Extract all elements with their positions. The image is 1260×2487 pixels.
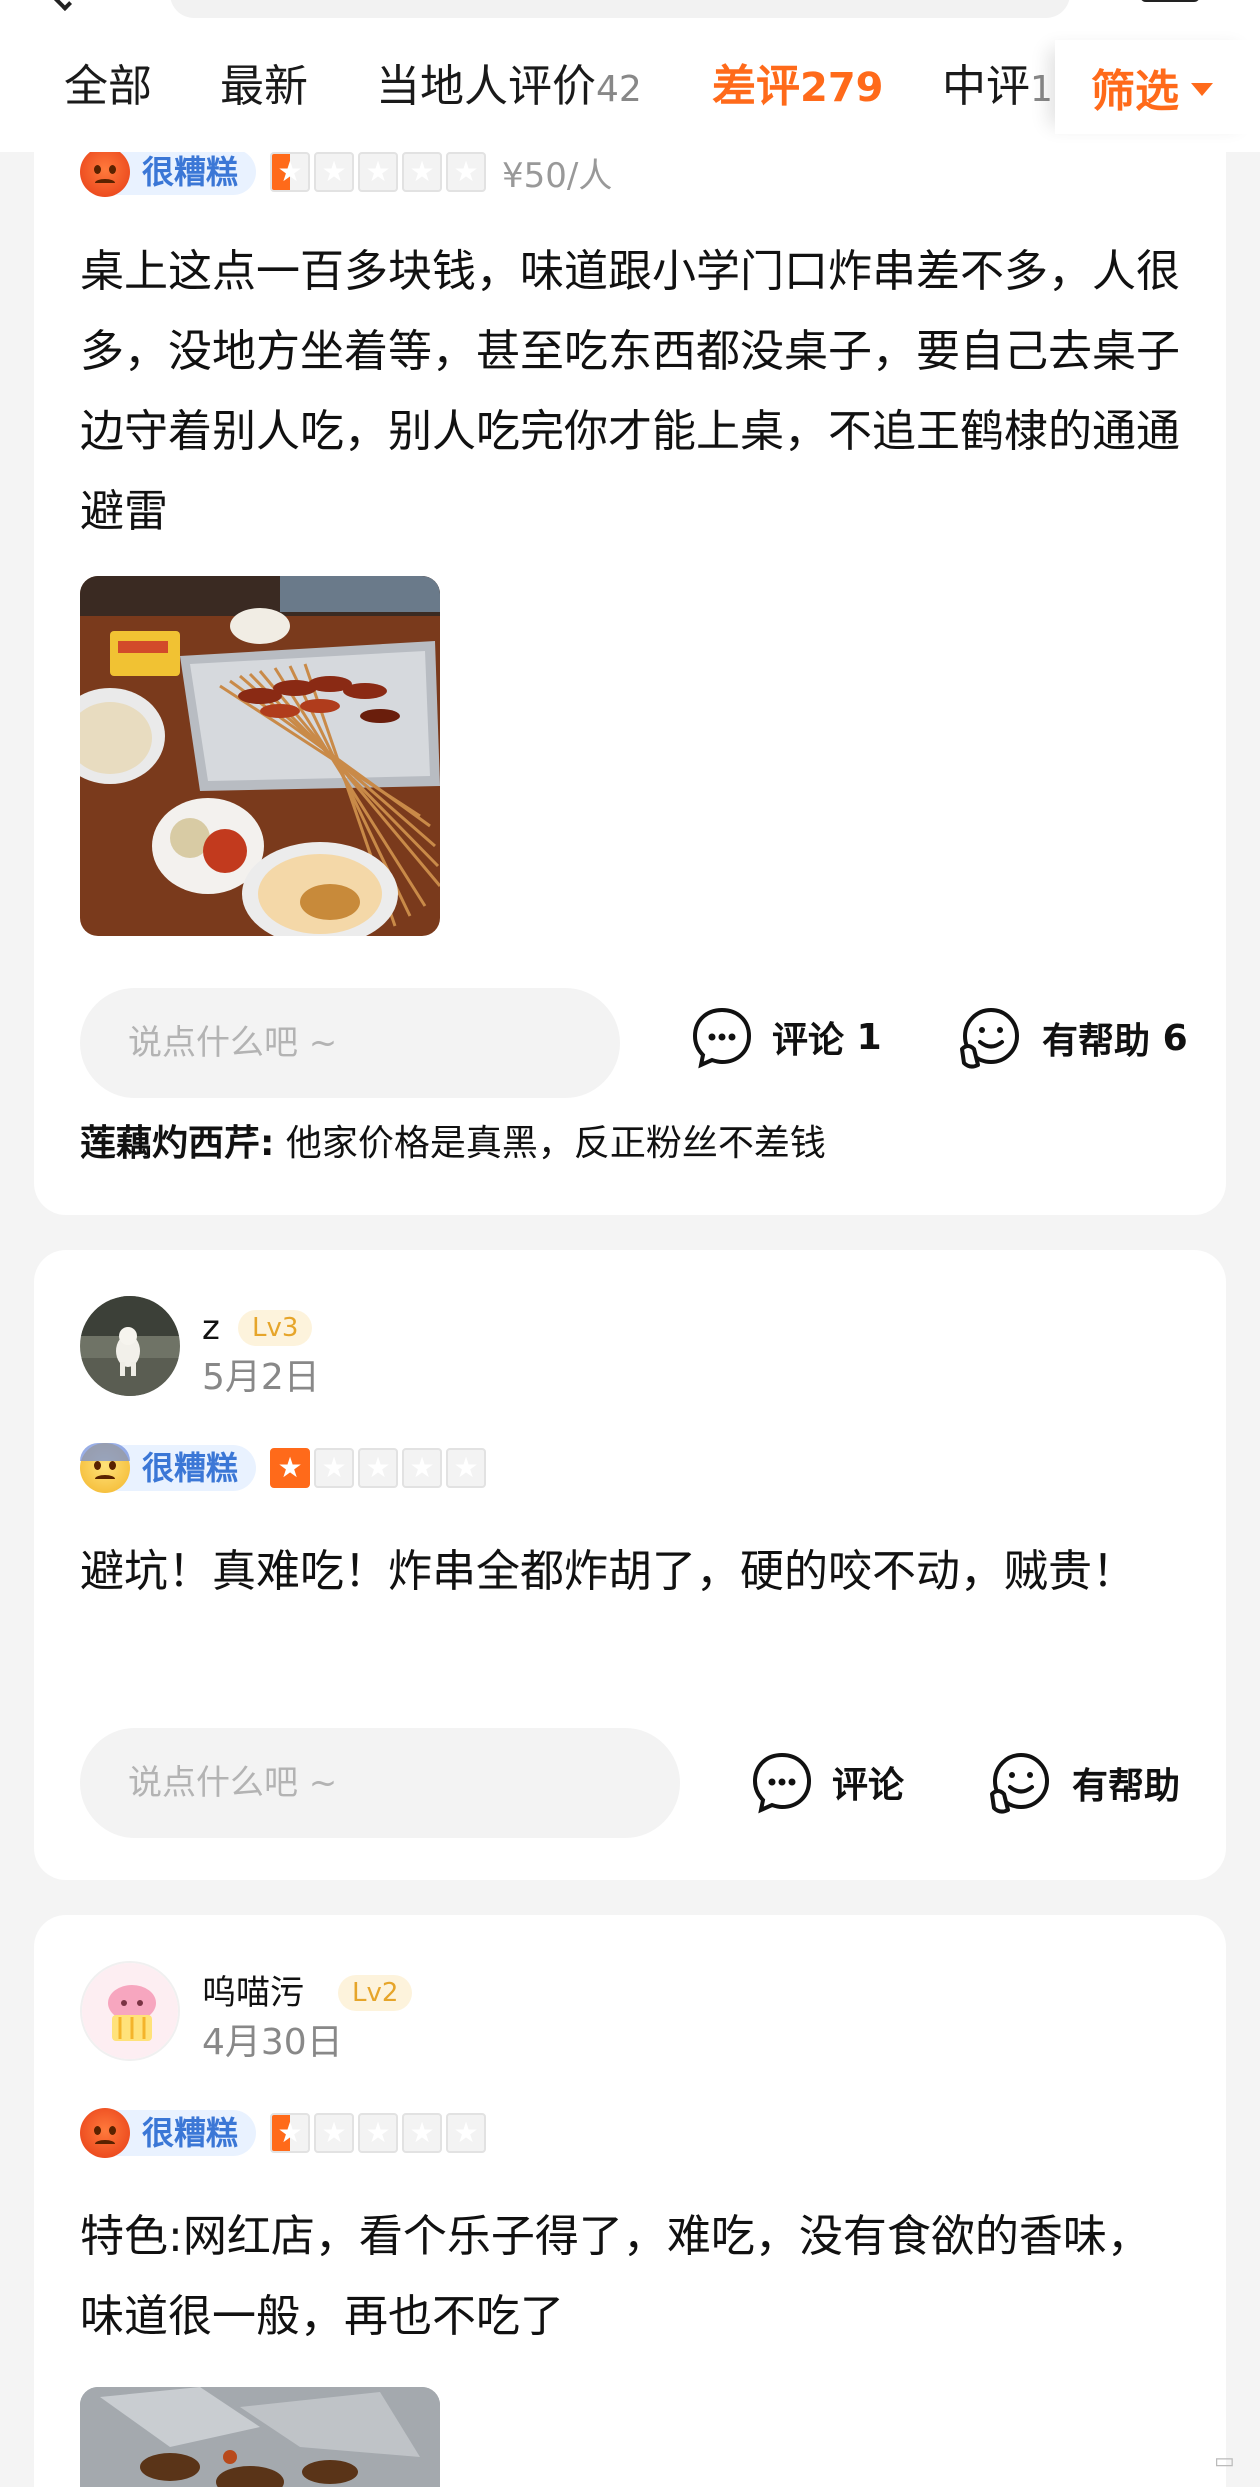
review-date: 4月30日 — [202, 2022, 343, 2063]
star-rating — [270, 152, 490, 192]
star-icon — [446, 2113, 487, 2153]
comment-label: 评论 — [832, 1765, 905, 1806]
tab-count: 279 — [800, 65, 884, 111]
tab-latest[interactable]: 最新 — [220, 60, 308, 114]
star-icon — [314, 2113, 355, 2153]
tab-negative-reviews[interactable]: 差评279 — [712, 60, 884, 115]
tab-label: 全部 — [64, 61, 152, 112]
reply-text: 他家价格是真黑，反正粉丝不差钱 — [274, 1123, 826, 1164]
helpful-label: 有帮助 — [1072, 1766, 1181, 1807]
rating-row: 很糟糕 — [80, 1442, 490, 1494]
tab-neutral-reviews[interactable]: 中评1 — [942, 60, 1053, 117]
filter-label: 筛选 — [1091, 66, 1179, 117]
tab-label: 差评 — [712, 61, 800, 112]
tab-label: 最新 — [220, 61, 308, 112]
star-icon — [270, 2113, 311, 2153]
helpful-button[interactable]: 有帮助 — [988, 1750, 1180, 1816]
tab-count: 42 — [596, 69, 642, 110]
helpful-smile-icon — [990, 1753, 1049, 1814]
filter-button[interactable]: 筛选 — [1055, 40, 1260, 134]
review-photo[interactable] — [80, 576, 440, 936]
review-text: 避坑！真难吃！炸串全都炸胡了，硬的咬不动，贼贵！ — [80, 1546, 1136, 1597]
avatar[interactable] — [80, 1961, 180, 2061]
search-bar[interactable] — [170, 0, 1070, 18]
review-card: 呜喵污 Lv2 4月30日 很糟糕 特色:网红店，看个乐子得了，难吃，没有食欲的… — [34, 1915, 1226, 2487]
level-badge: Lv3 — [238, 1310, 313, 1346]
comment-count: 1 — [856, 1016, 882, 1058]
angry-face-icon — [80, 147, 130, 197]
star-rating — [270, 1448, 490, 1488]
comment-bubble-icon — [752, 1752, 812, 1814]
tab-label: 中评 — [942, 61, 1030, 112]
fearful-face-icon — [80, 1443, 130, 1493]
rating-row: 很糟糕 — [80, 2107, 490, 2159]
comment-button[interactable]: 评论 1 — [690, 1005, 882, 1069]
rating-badge: 很糟糕 — [116, 149, 257, 195]
comment-input[interactable]: 说点什么吧 ~ — [80, 1728, 680, 1838]
review-card: 很糟糕 ¥50/人 桌上这点一百多块钱，味道跟小学门口炸串差不多，人很多，没地方… — [34, 110, 1226, 1215]
price-per-person: ¥50/人 — [502, 155, 613, 196]
helpful-smile-icon — [960, 1008, 1019, 1069]
review-text: 特色:网红店，看个乐子得了，难吃，没有食欲的香味，味道很一般，再也不吃了 — [80, 2211, 1151, 2342]
helpful-label: 有帮助 — [1042, 1021, 1151, 1062]
tab-count: 1 — [1030, 69, 1053, 110]
star-icon — [402, 1448, 443, 1488]
star-icon — [270, 152, 311, 192]
star-rating — [270, 2113, 490, 2153]
menu-icon[interactable] — [1140, 0, 1200, 2]
avatar[interactable] — [80, 1296, 180, 1396]
tab-label: 当地人评价 — [376, 61, 596, 112]
rating-row: 很糟糕 ¥50/人 — [80, 146, 612, 198]
comment-button[interactable]: 评论 — [750, 1750, 904, 1814]
comment-input[interactable]: 说点什么吧 ~ — [80, 988, 620, 1098]
star-icon — [314, 1448, 355, 1488]
star-icon — [402, 152, 443, 192]
caret-down-icon — [1191, 82, 1213, 96]
comment-label: 评论 — [772, 1020, 845, 1061]
username[interactable]: z — [202, 1308, 220, 1348]
star-icon — [446, 152, 487, 192]
star-icon — [446, 1448, 487, 1488]
rating-badge: 很糟糕 — [116, 1445, 257, 1491]
angry-face-icon — [80, 2108, 130, 2158]
reply-line[interactable]: 莲藕灼西芹: 他家价格是真黑，反正粉丝不差钱 — [80, 1122, 826, 1166]
tab-local-reviews[interactable]: 当地人评价42 — [376, 60, 642, 117]
star-icon — [358, 1448, 399, 1488]
review-photo[interactable] — [80, 2387, 440, 2487]
star-icon — [270, 1448, 311, 1488]
star-icon — [358, 2113, 399, 2153]
username[interactable]: 呜喵污 — [202, 1973, 304, 2013]
reply-author[interactable]: 莲藕灼西芹: — [80, 1123, 274, 1164]
star-icon — [314, 152, 355, 192]
helpful-count: 6 — [1162, 1017, 1188, 1059]
level-badge: Lv2 — [338, 1975, 413, 2011]
review-text: 桌上这点一百多块钱，味道跟小学门口炸串差不多，人很多，没地方坐着等，甚至吃东西都… — [80, 246, 1180, 537]
star-icon — [358, 152, 399, 192]
review-card: z Lv3 5月2日 很糟糕 避坑！真难吃！炸串全都炸胡了，硬的咬不动，贼贵！ … — [34, 1250, 1226, 1880]
helpful-button[interactable]: 有帮助 6 — [958, 1005, 1188, 1071]
watermark-icon: ▭ — [1214, 2449, 1235, 2474]
tab-all[interactable]: 全部 — [64, 60, 152, 114]
rating-badge: 很糟糕 — [116, 2110, 257, 2156]
star-icon — [402, 2113, 443, 2153]
review-date: 5月2日 — [202, 1357, 320, 1398]
comment-bubble-icon — [692, 1007, 752, 1069]
filter-tab-bar: 全部 最新 当地人评价42 差评279 中评1 筛选 — [0, 0, 1260, 152]
back-arrow-icon[interactable] — [47, 0, 73, 12]
